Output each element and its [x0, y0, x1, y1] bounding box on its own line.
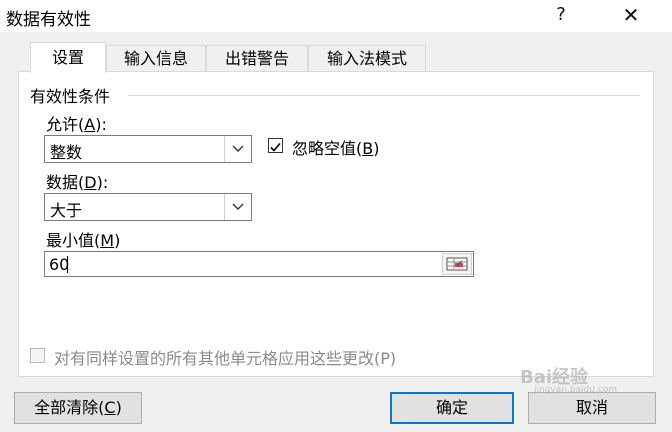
allow-value: 整数 [50, 143, 83, 162]
text-caret [67, 256, 68, 273]
allow-select[interactable]: 整数 [44, 135, 252, 163]
tab-ime-mode[interactable]: 输入法模式 [308, 45, 426, 71]
checkmark-icon [270, 142, 281, 152]
ignore-blank-label[interactable]: 忽略空值(B) [292, 135, 379, 159]
minimum-input[interactable]: 60 [44, 251, 474, 277]
ok-button[interactable]: 确定 [390, 392, 514, 424]
tab-error-alert[interactable]: 出错警告 [206, 45, 308, 71]
range-select-icon[interactable] [442, 253, 472, 275]
baidu-watermark: Bai经验 jingyan.baidu.com [520, 367, 618, 395]
tab-input-message[interactable]: 输入信息 [106, 45, 206, 71]
title-bar: 数据有效性 ? ✕ [0, 0, 672, 32]
data-label: 数据(D): [46, 173, 109, 192]
minimum-label: 最小值(M) [46, 231, 121, 250]
cancel-button[interactable]: 取消 [528, 392, 656, 424]
tab-settings[interactable]: 设置 [30, 42, 106, 73]
group-label: 有效性条件 [30, 83, 117, 107]
data-select[interactable]: 大于 [44, 193, 252, 221]
ignore-blank-checkbox[interactable] [268, 138, 283, 153]
close-icon[interactable]: ✕ [608, 0, 654, 32]
allow-label: 允许(A): [46, 115, 107, 134]
chevron-down-icon[interactable] [224, 136, 251, 162]
group-divider [128, 95, 640, 96]
dialog-title: 数据有效性 [6, 10, 91, 30]
data-value: 大于 [50, 201, 83, 220]
settings-panel [18, 71, 654, 377]
apply-all-checkbox[interactable] [30, 348, 45, 363]
help-icon[interactable]: ? [538, 0, 584, 32]
clear-all-button[interactable]: 全部清除(C) [14, 392, 142, 424]
chevron-down-icon[interactable] [224, 194, 251, 220]
apply-all-label[interactable]: 对有同样设置的所有其他单元格应用这些更改(P) [54, 345, 396, 369]
